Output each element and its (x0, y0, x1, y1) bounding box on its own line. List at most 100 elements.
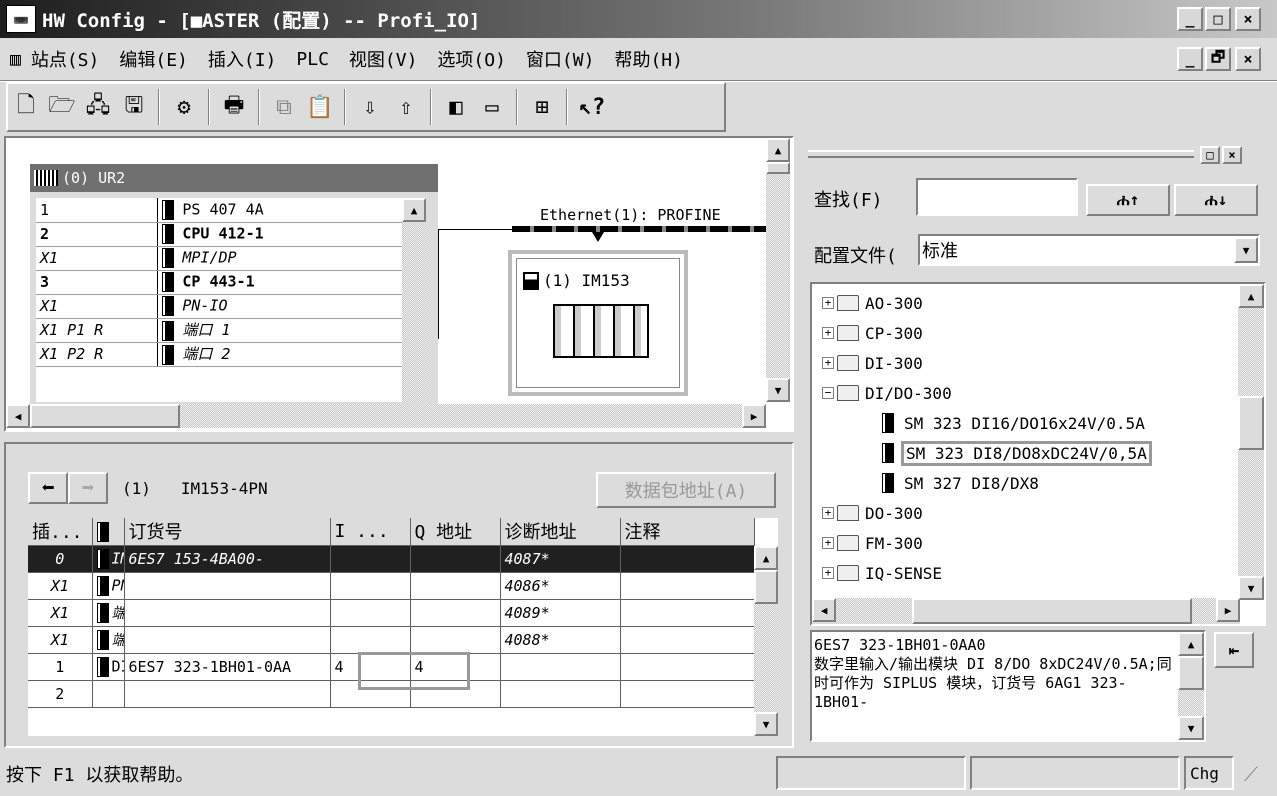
module-q-address[interactable] (410, 572, 501, 600)
menu-view[interactable]: 视图(V) (349, 46, 418, 72)
tree-hscroll-thumb[interactable] (912, 598, 1192, 624)
catalog-tree-item[interactable]: + AO-300 (822, 288, 1264, 318)
expand-icon[interactable]: + (822, 537, 834, 549)
copy-icon[interactable]: ⧉ (269, 92, 299, 122)
im153-device-box[interactable]: (1) IM153 (508, 250, 688, 396)
station-scroll-right[interactable]: ▶ (742, 404, 766, 428)
module-row[interactable]: 0 IM6ES7 153-4BA00- 4087* (28, 545, 755, 573)
rack-row[interactable]: 1 PS 407 4A (36, 198, 406, 223)
module-vscroll-thumb[interactable] (754, 570, 778, 604)
doc-close-button[interactable]: × (1235, 47, 1261, 71)
module-q-address[interactable] (410, 599, 501, 627)
module-i-address[interactable] (330, 572, 411, 600)
expand-icon[interactable]: + (822, 297, 834, 309)
new-icon[interactable]: 🗋 (11, 92, 41, 122)
download-icon[interactable]: ⇩ (355, 92, 385, 122)
maximize-button[interactable]: □ (1205, 7, 1231, 31)
help-pointer-icon[interactable]: ↖? (577, 92, 607, 122)
col-i-address[interactable]: I ... (330, 518, 411, 546)
resize-grip-icon[interactable]: ⟋ (1244, 762, 1258, 786)
module-comment[interactable] (620, 653, 755, 681)
doc-minimize-button[interactable]: _ (1177, 47, 1203, 71)
col-comment[interactable]: 注释 (620, 518, 755, 546)
module-i-address[interactable] (330, 599, 411, 627)
station-scroll-up[interactable]: ▲ (766, 138, 790, 162)
catalog-tree-item[interactable]: + DO-300 (822, 498, 1264, 528)
rack-row[interactable]: 2 CPU 412-1 (36, 222, 406, 247)
ethernet-bus[interactable] (512, 226, 768, 232)
address-overview-button[interactable]: 数据包地址(A) (596, 472, 776, 508)
module-comment[interactable] (620, 680, 755, 708)
minimize-button[interactable]: _ (1177, 7, 1203, 31)
profile-select[interactable]: 标准 ▼ (918, 234, 1260, 266)
menu-edit[interactable]: 编辑(E) (119, 46, 188, 72)
catalog-tree-item[interactable]: + CP-300 (822, 318, 1264, 348)
menu-options[interactable]: 选项(O) (437, 46, 506, 72)
close-button[interactable]: × (1235, 7, 1261, 31)
catalog-tree-item[interactable]: SM 323 DI16/DO16x24V/0.5A (822, 408, 1264, 438)
col-diag-address[interactable]: 诊断地址 (500, 518, 621, 546)
module-scroll-up[interactable]: ▲ (754, 546, 778, 570)
module-scroll-down[interactable]: ▼ (754, 712, 778, 736)
catalog-tree-item[interactable]: SM 323 DI8/DO8xDC24V/0,5A (822, 438, 1264, 468)
menu-station[interactable]: 站点(S) (31, 46, 100, 72)
module-comment[interactable] (620, 599, 755, 627)
catalog-tree-item[interactable]: SM 327 DI8/DX8 (822, 468, 1264, 498)
window-icon[interactable]: ▭ (477, 92, 507, 122)
rack-row[interactable]: X1 MPI/DP (36, 246, 406, 271)
back-arrow-icon[interactable]: ⬅ (28, 472, 68, 504)
station-vscroll-thumb[interactable] (766, 162, 790, 174)
tree-scroll-right[interactable]: ▶ (1216, 598, 1240, 622)
module-q-address[interactable] (410, 545, 501, 573)
catalog-tree-item[interactable]: − DI/DO-300 (822, 378, 1264, 408)
station-hscroll-thumb[interactable] (30, 404, 180, 428)
upload-icon[interactable]: ⇧ (391, 92, 421, 122)
menu-insert[interactable]: 插入(I) (208, 46, 277, 72)
info-scroll-up[interactable]: ▲ (1178, 632, 1204, 656)
info-vscroll-thumb[interactable] (1178, 656, 1204, 690)
rack-vscrollbar[interactable]: ▲ (402, 198, 426, 402)
info-scroll-down[interactable]: ▼ (1178, 716, 1204, 740)
rack-row[interactable]: 3 CP 443-1 (36, 270, 406, 295)
col-module-icon[interactable] (92, 518, 125, 546)
collapse-icon[interactable]: − (822, 387, 834, 399)
module-row[interactable]: X1 PN 4086* (28, 572, 755, 600)
forward-arrow-icon[interactable]: ➡ (68, 472, 108, 504)
find-down-button[interactable]: ሐ↓ (1174, 184, 1258, 216)
tree-hscrollbar[interactable]: ◀ ▶ (812, 598, 1240, 624)
network-open-icon[interactable]: 🖧 (83, 92, 113, 122)
catalog-tree-item[interactable]: + DI-300 (822, 348, 1264, 378)
catalog-tree-item[interactable]: + IQ-SENSE (822, 558, 1264, 588)
tree-vscrollbar[interactable]: ▲ ▼ (1238, 284, 1264, 600)
catalog-restore-button[interactable]: □ (1200, 146, 1220, 164)
menu-plc[interactable]: PLC (296, 49, 329, 70)
station-scroll-left[interactable]: ◀ (6, 404, 30, 428)
rack-row[interactable]: X1 P2 R 端口 2 (36, 342, 406, 367)
rack-scroll-up[interactable]: ▲ (402, 198, 426, 222)
col-slot[interactable]: 插... (28, 518, 93, 546)
rack-row[interactable]: X1 P1 R 端口 1 (36, 318, 406, 343)
tree-scroll-left[interactable]: ◀ (812, 598, 836, 622)
find-up-button[interactable]: ሐ↑ (1086, 184, 1170, 216)
module-vscrollbar[interactable]: ▲ ▼ (754, 546, 778, 736)
menu-window[interactable]: 窗口(W) (526, 46, 595, 72)
catalog-pin-button[interactable]: ⇤ (1214, 632, 1254, 668)
profile-dropdown-icon[interactable]: ▼ (1234, 237, 1258, 263)
tree-scroll-up[interactable]: ▲ (1238, 284, 1264, 308)
station-hscrollbar[interactable]: ◀ ▶ (6, 404, 766, 428)
find-input[interactable] (916, 178, 1078, 216)
rack-row[interactable]: X1 PN-IO (36, 294, 406, 319)
tree-vscroll-thumb[interactable] (1238, 396, 1264, 450)
catalog-icon[interactable]: ◧ (441, 92, 471, 122)
catalog-close-button[interactable]: × (1222, 146, 1242, 164)
module-i-address[interactable] (330, 545, 411, 573)
module-i-address[interactable] (330, 626, 411, 654)
expand-icon[interactable]: + (822, 567, 834, 579)
module-row[interactable]: X1 端 4089* (28, 599, 755, 627)
module-comment[interactable] (620, 545, 755, 573)
menu-help[interactable]: 帮助(H) (614, 46, 683, 72)
col-order-number[interactable]: 订货号 (124, 518, 331, 546)
document-icon[interactable]: ▥ (10, 49, 21, 70)
module-row[interactable]: X1 端 4088* (28, 626, 755, 654)
print-icon[interactable]: 🖶 (219, 92, 249, 122)
